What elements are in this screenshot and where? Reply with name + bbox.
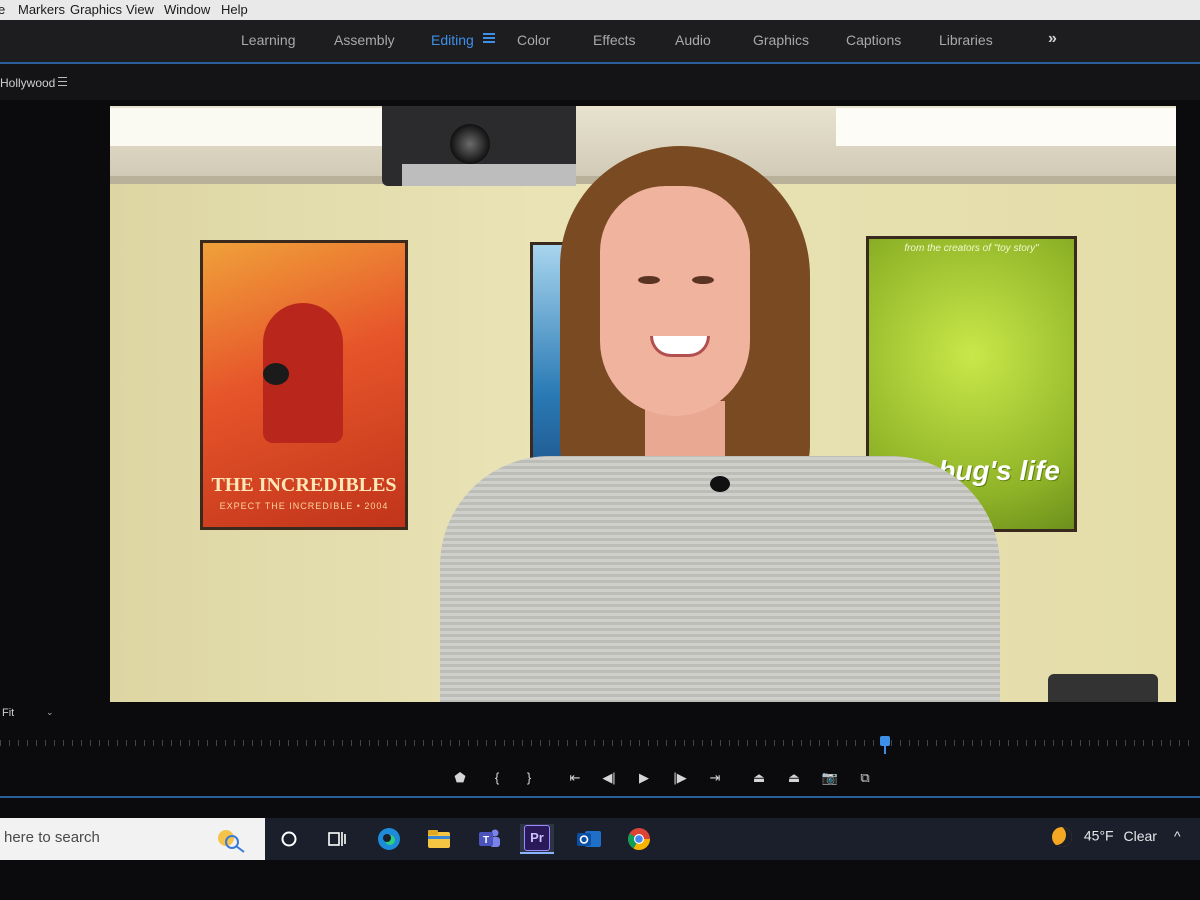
cortana-icon[interactable] (272, 824, 306, 854)
tab-editing[interactable]: Editing (431, 32, 474, 48)
panel-divider (0, 796, 1200, 798)
tab-assembly[interactable]: Assembly (334, 32, 395, 48)
poster-tagline: EXPECT THE INCREDIBLE • 2004 (219, 501, 389, 511)
sequence-name[interactable]: Hollywood (0, 76, 55, 90)
interview-subject (440, 146, 1000, 702)
svg-text:T: T (483, 835, 489, 846)
poster-incredibles: THE INCREDIBLES EXPECT THE INCREDIBLE • … (200, 240, 408, 530)
play-button[interactable]: ▶ (633, 766, 655, 790)
weather-widget[interactable]: 45°F Clear (1052, 827, 1157, 847)
export-frame-button[interactable]: 📷 (819, 766, 841, 790)
moon-icon (1052, 827, 1072, 847)
add-marker-button[interactable]: ⬟ (449, 766, 471, 790)
menu-item-markers[interactable]: Markers (18, 2, 65, 17)
tab-color[interactable]: Color (517, 32, 550, 48)
step-forward-button[interactable]: |▶ (669, 766, 691, 790)
tray-chevron-up-icon[interactable]: ^ (1174, 828, 1181, 844)
ceiling-light (110, 108, 382, 146)
eye (638, 276, 660, 284)
time-ruler[interactable] (0, 732, 1200, 750)
menu-item-window[interactable]: Window (164, 2, 210, 17)
mark-out-button[interactable]: } (518, 766, 540, 790)
menu-item-view[interactable]: View (126, 2, 154, 17)
zoom-level-select[interactable]: Fit ⌄ (2, 707, 56, 723)
tab-audio[interactable]: Audio (675, 32, 711, 48)
double-chevron-right-icon[interactable]: » (1048, 30, 1057, 48)
go-to-in-button[interactable]: ⇤ (564, 766, 586, 790)
lavalier-mic-icon (710, 476, 730, 492)
menu-item-file[interactable]: e (0, 2, 5, 17)
chair (1048, 674, 1158, 702)
teams-icon[interactable]: T (472, 824, 506, 854)
sweater (440, 456, 1000, 702)
tab-captions[interactable]: Captions (846, 32, 901, 48)
weather-condition: Clear (1123, 827, 1157, 844)
windows-taskbar: here to search T Pr 45°F Clear ^ (0, 818, 1200, 860)
outlook-icon[interactable] (572, 824, 606, 854)
task-view-icon[interactable] (320, 824, 354, 854)
playhead-line (884, 746, 886, 754)
menu-item-help[interactable]: Help (221, 2, 248, 17)
extract-button[interactable]: ⏏ (783, 766, 805, 790)
incredibles-logo-icon (263, 363, 289, 385)
taskbar-search-box[interactable]: here to search (0, 818, 265, 860)
weather-temperature: 45°F (1083, 827, 1114, 844)
face (600, 186, 750, 416)
transport-controls: ⬟ { } ⇤ ◀| ▶ |▶ ⇥ ⏏ ⏏ 📷 ⧉ (0, 760, 1200, 800)
menu-bar: e Markers Graphics View Window Help (0, 0, 1200, 20)
chevron-down-icon: ⌄ (46, 707, 54, 717)
tab-learning[interactable]: Learning (241, 32, 296, 48)
playhead-handle[interactable] (880, 736, 890, 746)
program-panel-header (0, 64, 1200, 100)
program-monitor-video[interactable]: THE INCREDIBLES EXPECT THE INCREDIBLE • … (110, 106, 1176, 702)
zoom-level-value: Fit (2, 707, 15, 719)
smile (650, 336, 710, 357)
file-explorer-icon[interactable] (422, 824, 456, 854)
menu-item-graphics[interactable]: Graphics (70, 2, 122, 17)
search-placeholder: here to search (4, 829, 100, 846)
ruler-ticks (0, 740, 1196, 746)
poster-title: THE INCREDIBLES (211, 474, 397, 496)
eye (692, 276, 714, 284)
go-to-out-button[interactable]: ⇥ (704, 766, 726, 790)
mark-in-button[interactable]: { (486, 766, 508, 790)
tab-effects[interactable]: Effects (593, 32, 636, 48)
premiere-pro-icon[interactable]: Pr (520, 824, 554, 854)
workspace-menu-icon[interactable] (483, 33, 495, 43)
ceiling-light (836, 108, 1176, 146)
tab-graphics[interactable]: Graphics (753, 32, 809, 48)
lift-button[interactable]: ⏏ (748, 766, 770, 790)
hamburger-icon[interactable] (58, 77, 67, 89)
edge-icon[interactable] (372, 824, 406, 854)
comparison-view-button[interactable]: ⧉ (854, 766, 876, 790)
tab-libraries[interactable]: Libraries (939, 32, 993, 48)
premiere-pro-label: Pr (524, 825, 550, 851)
search-highlight-icon (218, 830, 245, 853)
chrome-icon[interactable] (622, 824, 656, 854)
step-back-button[interactable]: ◀| (598, 766, 620, 790)
